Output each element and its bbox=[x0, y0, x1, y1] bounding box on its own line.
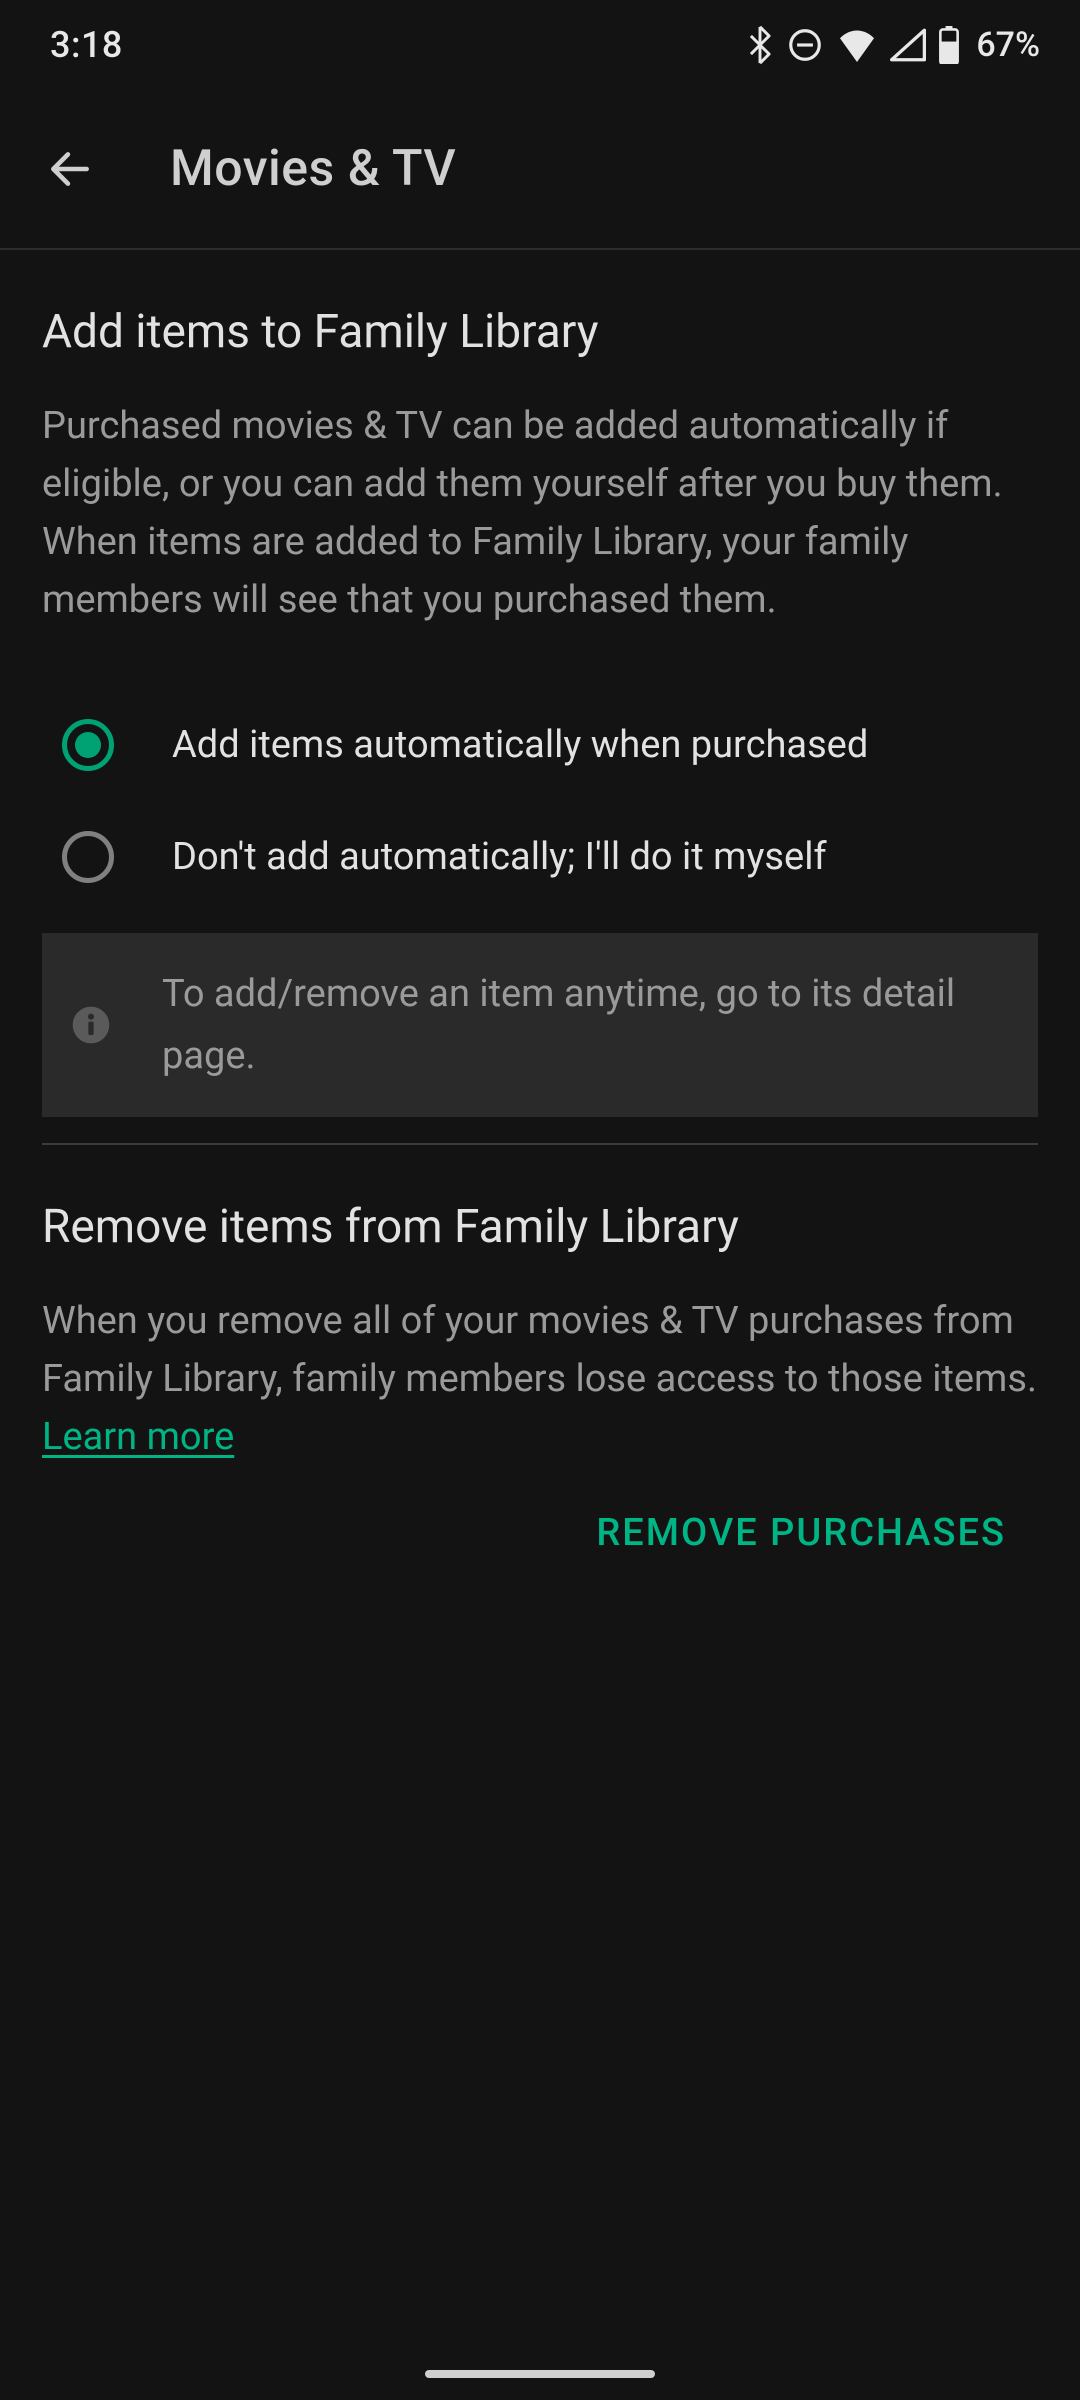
remove-description-text: When you remove all of your movies & TV … bbox=[42, 1299, 1037, 1401]
battery-icon bbox=[938, 26, 960, 64]
add-options-radio-group: Add items automatically when purchased D… bbox=[42, 689, 1038, 913]
battery-percent: 67% bbox=[976, 25, 1040, 65]
add-section-title: Add items to Family Library bbox=[42, 305, 1038, 359]
status-bar: 3:18 bbox=[0, 0, 1080, 90]
radio-option-auto[interactable]: Add items automatically when purchased bbox=[42, 689, 1038, 801]
radio-button-icon bbox=[62, 719, 114, 771]
status-time: 3:18 bbox=[50, 24, 123, 66]
radio-option-manual[interactable]: Don't add automatically; I'll do it myse… bbox=[42, 801, 1038, 913]
add-items-section: Add items to Family Library Purchased mo… bbox=[42, 305, 1038, 1117]
learn-more-link[interactable]: Learn more bbox=[42, 1415, 234, 1459]
add-section-description: Purchased movies & TV can be added autom… bbox=[42, 397, 1038, 629]
nav-bar-handle[interactable] bbox=[425, 2370, 655, 2378]
bluetooth-icon bbox=[746, 25, 774, 65]
back-button[interactable] bbox=[40, 139, 100, 199]
page-title: Movies & TV bbox=[170, 140, 456, 198]
remove-items-section: Remove items from Family Library When yo… bbox=[42, 1200, 1038, 1555]
app-bar: Movies & TV bbox=[0, 90, 1080, 250]
wifi-icon bbox=[836, 28, 878, 62]
radio-option-label: Don't add automatically; I'll do it myse… bbox=[172, 833, 827, 881]
info-text: To add/remove an item anytime, go to its… bbox=[162, 963, 1010, 1087]
status-icons: 67% bbox=[746, 25, 1040, 65]
radio-button-icon bbox=[62, 831, 114, 883]
remove-section-title: Remove items from Family Library bbox=[42, 1200, 1038, 1254]
remove-purchases-button[interactable]: REMOVE PURCHASES bbox=[596, 1511, 1006, 1555]
info-box: To add/remove an item anytime, go to its… bbox=[42, 933, 1038, 1117]
do-not-disturb-icon bbox=[786, 26, 824, 64]
remove-section-description: When you remove all of your movies & TV … bbox=[42, 1292, 1038, 1466]
section-divider bbox=[42, 1143, 1038, 1145]
content: Add items to Family Library Purchased mo… bbox=[0, 250, 1080, 1555]
radio-option-label: Add items automatically when purchased bbox=[172, 721, 868, 769]
signal-icon bbox=[890, 28, 926, 62]
info-icon bbox=[70, 1004, 112, 1046]
